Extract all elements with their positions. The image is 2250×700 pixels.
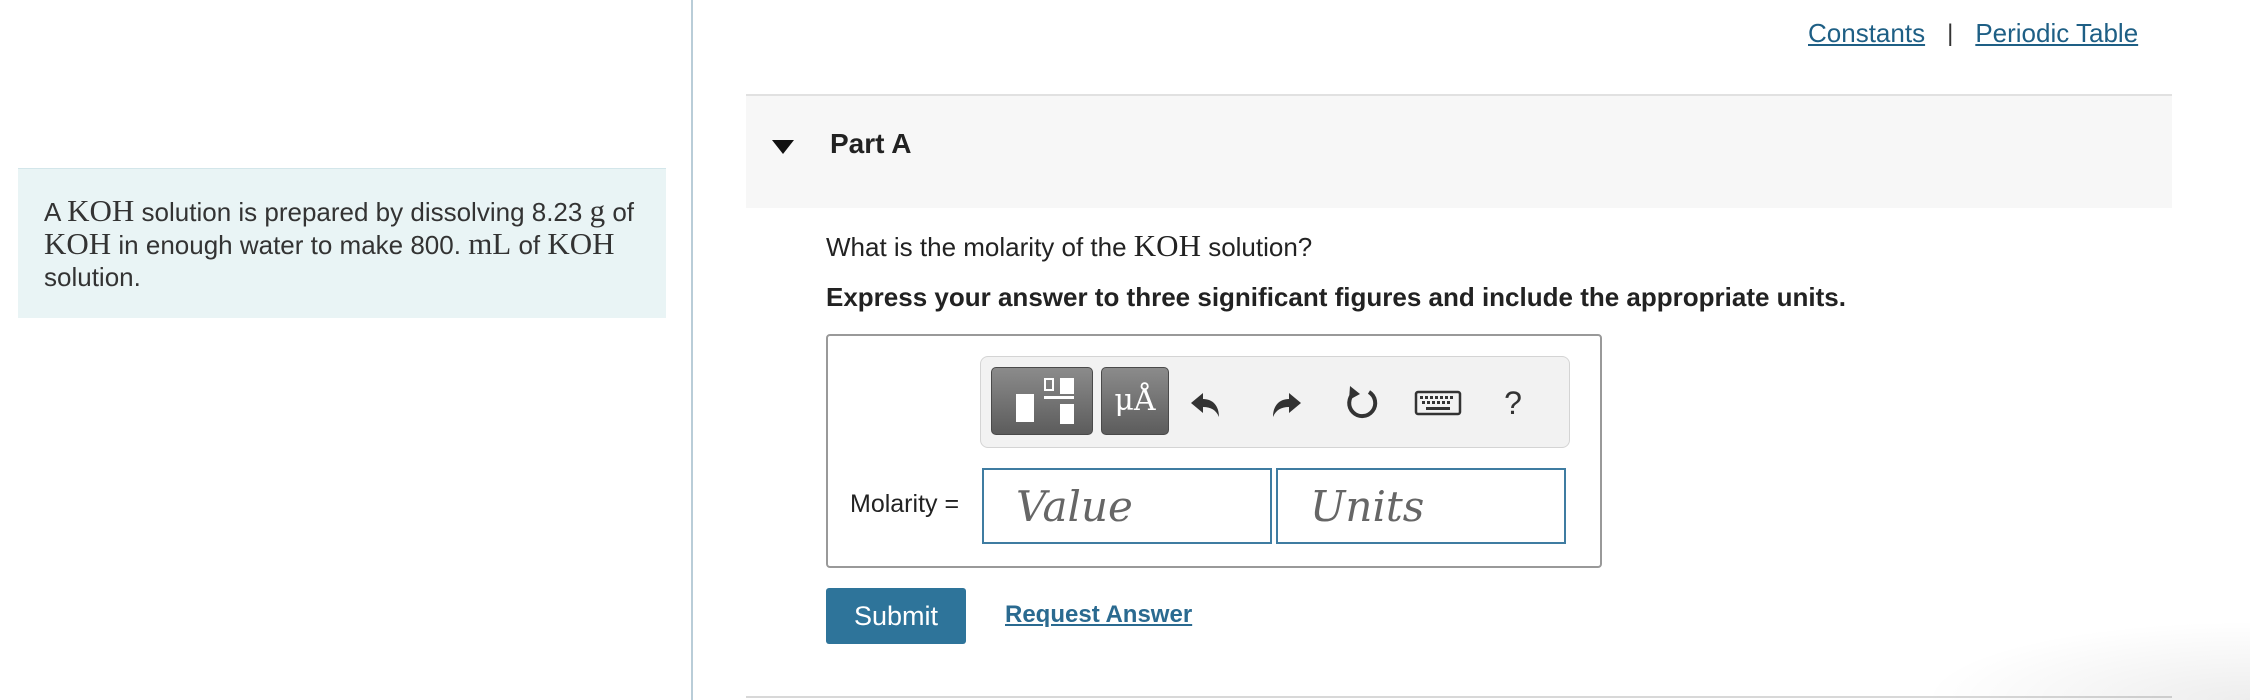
- problem-text: solution is prepared by dissolving 8.23: [134, 197, 590, 227]
- collapse-caret-icon[interactable]: [772, 140, 794, 154]
- answer-instruction: Express your answer to three significant…: [826, 282, 1846, 312]
- value-input[interactable]: [982, 468, 1272, 544]
- formula-koh: KOH: [547, 226, 615, 261]
- answer-box: μÅ ? Molarity =: [826, 334, 1602, 568]
- problem-text: of: [605, 197, 635, 227]
- periodic-table-link[interactable]: Periodic Table: [1975, 18, 2138, 49]
- unit-milliliters: mL: [468, 226, 512, 261]
- template-icon-part: [1044, 396, 1074, 399]
- reset-icon[interactable]: [1339, 381, 1383, 425]
- problem-text: in enough water to make 800.: [111, 230, 469, 260]
- shadow-decoration: [1920, 620, 2250, 700]
- problem-text: solution.: [44, 262, 141, 292]
- left-panel: A KOH solution is prepared by dissolving…: [0, 0, 693, 700]
- problem-text: A: [44, 197, 68, 227]
- formula-koh: KOH: [1133, 228, 1201, 263]
- undo-icon[interactable]: [1185, 381, 1229, 425]
- template-icon-part: [1060, 404, 1074, 424]
- units-input[interactable]: [1276, 468, 1566, 544]
- unit-grams: g: [589, 193, 606, 228]
- request-answer-link[interactable]: Request Answer: [1005, 601, 1192, 629]
- help-icon[interactable]: ?: [1491, 381, 1535, 425]
- resource-links: Constants | Periodic Table: [1808, 18, 2138, 49]
- question-text: What is the molarity of the KOH solution…: [826, 228, 1312, 264]
- constants-link[interactable]: Constants: [1808, 18, 1925, 49]
- units-symbols-button[interactable]: μÅ: [1101, 367, 1169, 435]
- part-title: Part A: [830, 128, 912, 159]
- question-prefix: What is the molarity of the: [826, 232, 1134, 262]
- redo-icon[interactable]: [1263, 381, 1307, 425]
- problem-text: of: [511, 230, 548, 260]
- templates-button[interactable]: [991, 367, 1093, 435]
- template-icon-part: [1044, 378, 1054, 391]
- keyboard-icon[interactable]: [1413, 381, 1463, 425]
- formula-koh: KOH: [67, 193, 135, 228]
- template-icon: [1016, 394, 1034, 422]
- problem-statement: A KOH solution is prepared by dissolving…: [18, 168, 666, 318]
- math-toolbar: μÅ ?: [980, 356, 1570, 448]
- submit-button[interactable]: Submit: [826, 588, 966, 644]
- part-header: Part A: [746, 94, 2172, 208]
- template-icon-part: [1060, 378, 1074, 394]
- formula-koh: KOH: [44, 226, 112, 261]
- question-suffix: solution?: [1200, 232, 1313, 262]
- link-separator: |: [1947, 19, 1954, 47]
- molarity-label: Molarity =: [850, 490, 960, 518]
